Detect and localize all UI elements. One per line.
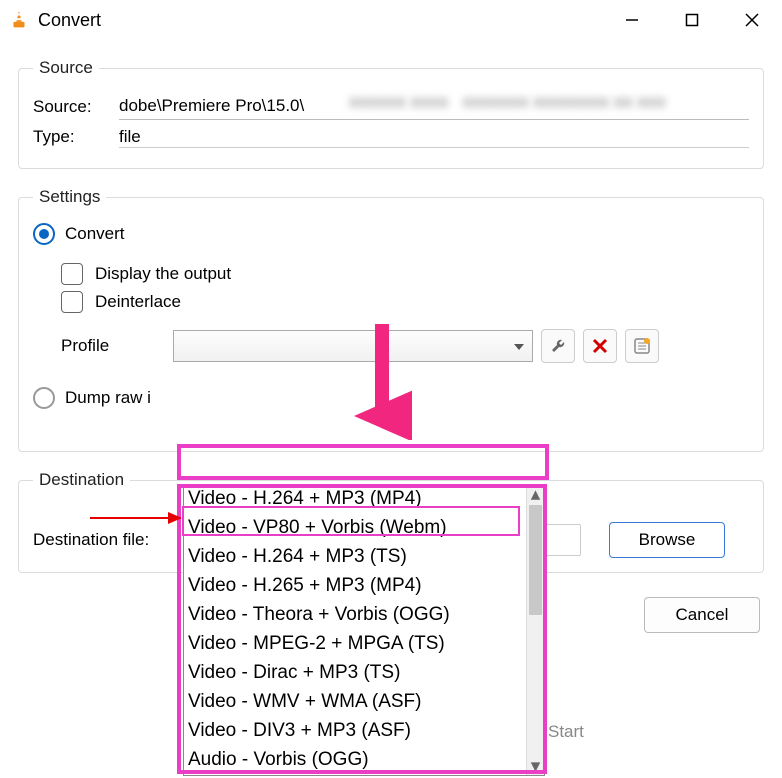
maximize-icon bbox=[685, 13, 699, 27]
dump-raw-radio-row[interactable]: Dump raw i bbox=[33, 387, 749, 409]
profile-option[interactable]: Video - H.264 + MP3 (MP4) bbox=[188, 485, 522, 514]
convert-radio-row[interactable]: Convert bbox=[33, 223, 749, 245]
profile-option[interactable]: Audio - Vorbis (OGG) bbox=[188, 746, 522, 775]
x-icon bbox=[591, 337, 609, 355]
profile-option[interactable]: Video - H.264 + MP3 (TS) bbox=[188, 543, 522, 572]
title-bar: Convert bbox=[0, 0, 782, 40]
settings-legend: Settings bbox=[33, 187, 106, 207]
scrollbar-thumb[interactable] bbox=[529, 505, 542, 615]
start-button-obscured: Start bbox=[548, 722, 584, 742]
close-button[interactable] bbox=[722, 0, 782, 40]
profile-option[interactable]: Video - MPEG-2 + MPGA (TS) bbox=[188, 630, 522, 659]
profile-dropdown-list[interactable]: Video - H.264 + MP3 (MP4) Video - VP80 +… bbox=[183, 484, 545, 776]
deinterlace-checkbox[interactable] bbox=[61, 291, 83, 313]
browse-button[interactable]: Browse bbox=[609, 522, 725, 558]
cancel-button[interactable]: Cancel bbox=[644, 597, 760, 633]
destination-file-label: Destination file: bbox=[33, 530, 185, 550]
source-group: Source Source: dobe\Premiere Pro\15.0\ x… bbox=[18, 58, 764, 169]
delete-profile-button[interactable] bbox=[583, 329, 617, 363]
profile-option[interactable]: Video - H.265 + MP3 (MP4) bbox=[188, 572, 522, 601]
vlc-cone-icon bbox=[8, 9, 30, 31]
scroll-down-icon[interactable]: ▾ bbox=[527, 757, 544, 775]
edit-profile-button[interactable] bbox=[541, 329, 575, 363]
scroll-up-icon[interactable]: ▴ bbox=[527, 485, 544, 503]
deinterlace-row[interactable]: Deinterlace bbox=[61, 291, 749, 313]
display-output-row[interactable]: Display the output bbox=[61, 263, 749, 285]
close-icon bbox=[744, 12, 760, 28]
dropdown-scrollbar[interactable]: ▴ ▾ bbox=[526, 485, 544, 775]
source-label: Source: bbox=[33, 97, 119, 117]
minimize-button[interactable] bbox=[602, 0, 662, 40]
profile-option[interactable]: Video - Theora + Vorbis (OGG) bbox=[188, 601, 522, 630]
profile-option[interactable]: Video - Dirac + MP3 (TS) bbox=[188, 659, 522, 688]
profile-option[interactable]: Video - VP80 + Vorbis (Webm) bbox=[188, 514, 522, 543]
convert-label: Convert bbox=[65, 224, 125, 244]
dump-raw-radio[interactable] bbox=[33, 387, 55, 409]
destination-legend: Destination bbox=[33, 470, 130, 490]
dump-raw-label: Dump raw i bbox=[65, 388, 151, 408]
deinterlace-label: Deinterlace bbox=[95, 292, 181, 312]
convert-radio[interactable] bbox=[33, 223, 55, 245]
type-value: file bbox=[119, 127, 141, 147]
new-profile-button[interactable] bbox=[625, 329, 659, 363]
profile-combobox[interactable] bbox=[173, 330, 533, 362]
maximize-button[interactable] bbox=[662, 0, 722, 40]
profile-option[interactable]: Video - WMV + WMA (ASF) bbox=[188, 688, 522, 717]
source-legend: Source bbox=[33, 58, 99, 78]
settings-group: Settings Convert Display the output Dein… bbox=[18, 187, 764, 452]
profile-option[interactable]: Video - DIV3 + MP3 (ASF) bbox=[188, 717, 522, 746]
minimize-icon bbox=[625, 13, 639, 27]
window-title: Convert bbox=[38, 10, 101, 31]
profile-label: Profile bbox=[61, 336, 173, 356]
display-output-checkbox[interactable] bbox=[61, 263, 83, 285]
list-icon bbox=[633, 337, 651, 355]
type-label: Type: bbox=[33, 127, 119, 147]
display-output-label: Display the output bbox=[95, 264, 231, 284]
source-value: dobe\Premiere Pro\15.0\ xxxxxx xxxx xxxx… bbox=[119, 94, 749, 120]
wrench-icon bbox=[549, 337, 567, 355]
